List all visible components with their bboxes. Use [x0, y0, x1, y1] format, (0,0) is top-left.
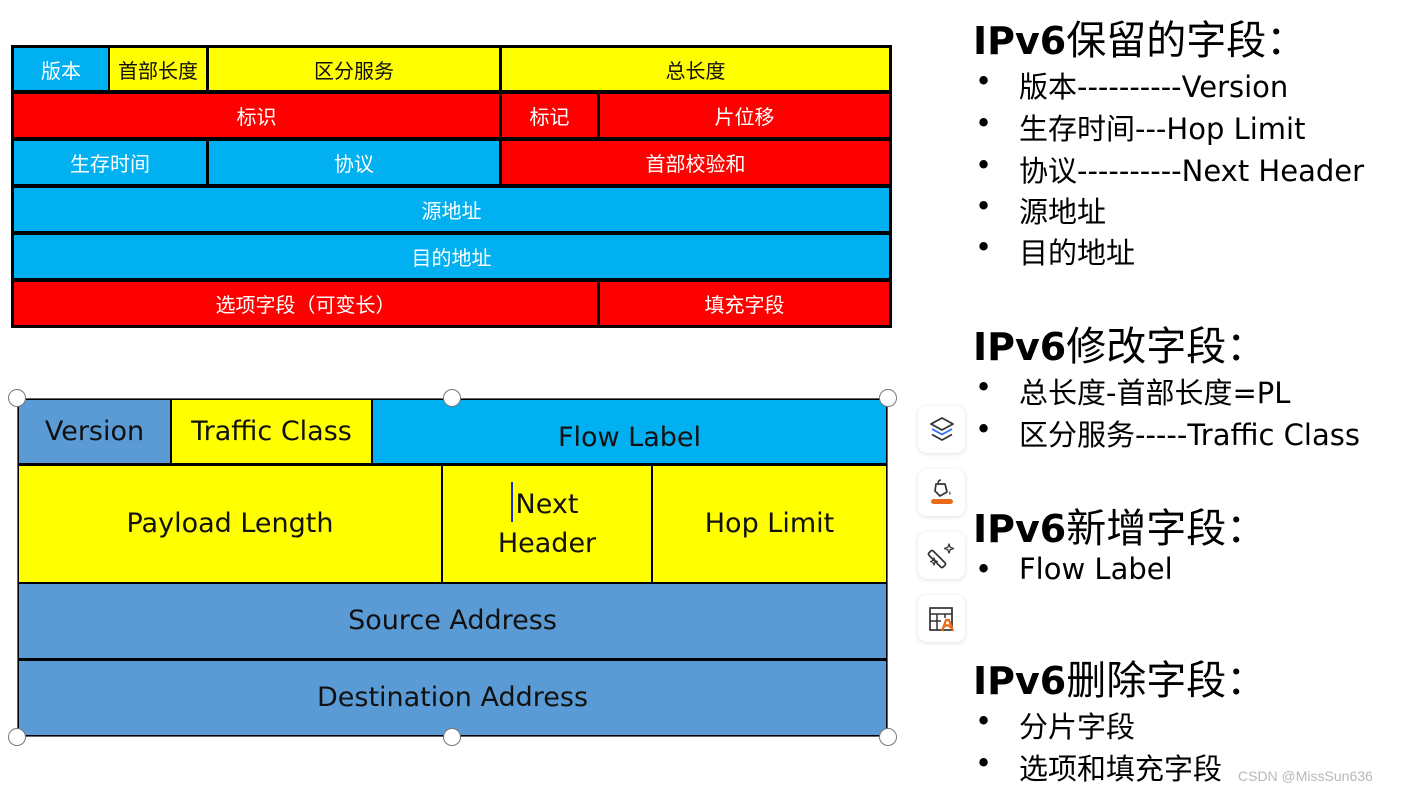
ipv6-cell-source-address[interactable]: Source Address	[19, 584, 886, 658]
table-style-button[interactable]	[918, 595, 965, 642]
watermark: CSDN @MissSun636	[1238, 768, 1373, 784]
heading-retained-fields: IPv6保留的字段：	[973, 18, 1307, 64]
ipv6-cell-traffic-class[interactable]: Traffic Class	[172, 400, 371, 463]
next-header-line2: Header	[497, 528, 597, 559]
ipv6-header-table[interactable]: Version Traffic Class Flow Label Payload…	[17, 398, 888, 737]
ipv6-cell-flow-label[interactable]: Flow Label	[373, 400, 886, 463]
ipv4-header-table: 版本 首部长度 区分服务 总长度 标识 标记 片位移 生存时间 协议 首部校验和…	[11, 45, 892, 328]
ipv4-cell-options: 选项字段（可变长）	[14, 282, 597, 325]
table-style-icon	[928, 606, 954, 631]
resize-handle-top-left[interactable]	[8, 389, 26, 407]
ipv4-cell-header-length: 首部长度	[110, 48, 206, 90]
resize-handle-top-right[interactable]	[879, 389, 897, 407]
text-cursor	[511, 482, 513, 522]
magic-wand-icon	[927, 542, 954, 568]
resize-handle-bottom-center[interactable]	[443, 728, 461, 746]
fill-color-button[interactable]	[918, 469, 965, 516]
design-ideas-button[interactable]	[918, 532, 965, 579]
ipv6-cell-payload-length[interactable]: Payload Length	[19, 466, 441, 582]
heading-modified-fields: IPv6修改字段：	[973, 324, 1267, 370]
paint-bucket-icon	[930, 478, 953, 504]
ipv4-cell-ttl: 生存时间	[14, 141, 206, 184]
next-header-line1: Next	[515, 488, 579, 520]
resize-handle-bottom-left[interactable]	[8, 728, 26, 746]
ipv4-cell-fragment-offset: 片位移	[600, 94, 889, 137]
ipv4-cell-header-checksum: 首部校验和	[502, 141, 889, 184]
heading-added-fields: IPv6新增字段：	[973, 506, 1267, 552]
ipv6-cell-next-header[interactable]: Next Header	[443, 466, 651, 582]
ipv6-cell-hop-limit[interactable]: Hop Limit	[653, 466, 886, 582]
resize-handle-bottom-right[interactable]	[879, 728, 897, 746]
ipv4-cell-protocol: 协议	[209, 141, 499, 184]
resize-handle-top-center[interactable]	[443, 389, 461, 407]
ipv4-cell-total-length: 总长度	[502, 48, 889, 90]
heading-removed-fields: IPv6删除字段：	[973, 658, 1267, 704]
ipv4-cell-padding: 填充字段	[600, 282, 889, 325]
ipv4-cell-destination-address: 目的地址	[14, 235, 889, 278]
ipv4-cell-identification: 标识	[14, 94, 499, 137]
layers-button[interactable]	[918, 406, 965, 453]
ipv4-cell-source-address: 源地址	[14, 188, 889, 231]
ipv6-cell-destination-address[interactable]: Destination Address	[19, 661, 886, 735]
ipv4-cell-version: 版本	[14, 48, 108, 90]
ipv6-cell-version[interactable]: Version	[19, 400, 170, 463]
layers-icon	[929, 416, 954, 441]
ipv4-cell-differentiated-services: 区分服务	[209, 48, 499, 90]
ipv4-cell-flags: 标记	[502, 94, 597, 137]
